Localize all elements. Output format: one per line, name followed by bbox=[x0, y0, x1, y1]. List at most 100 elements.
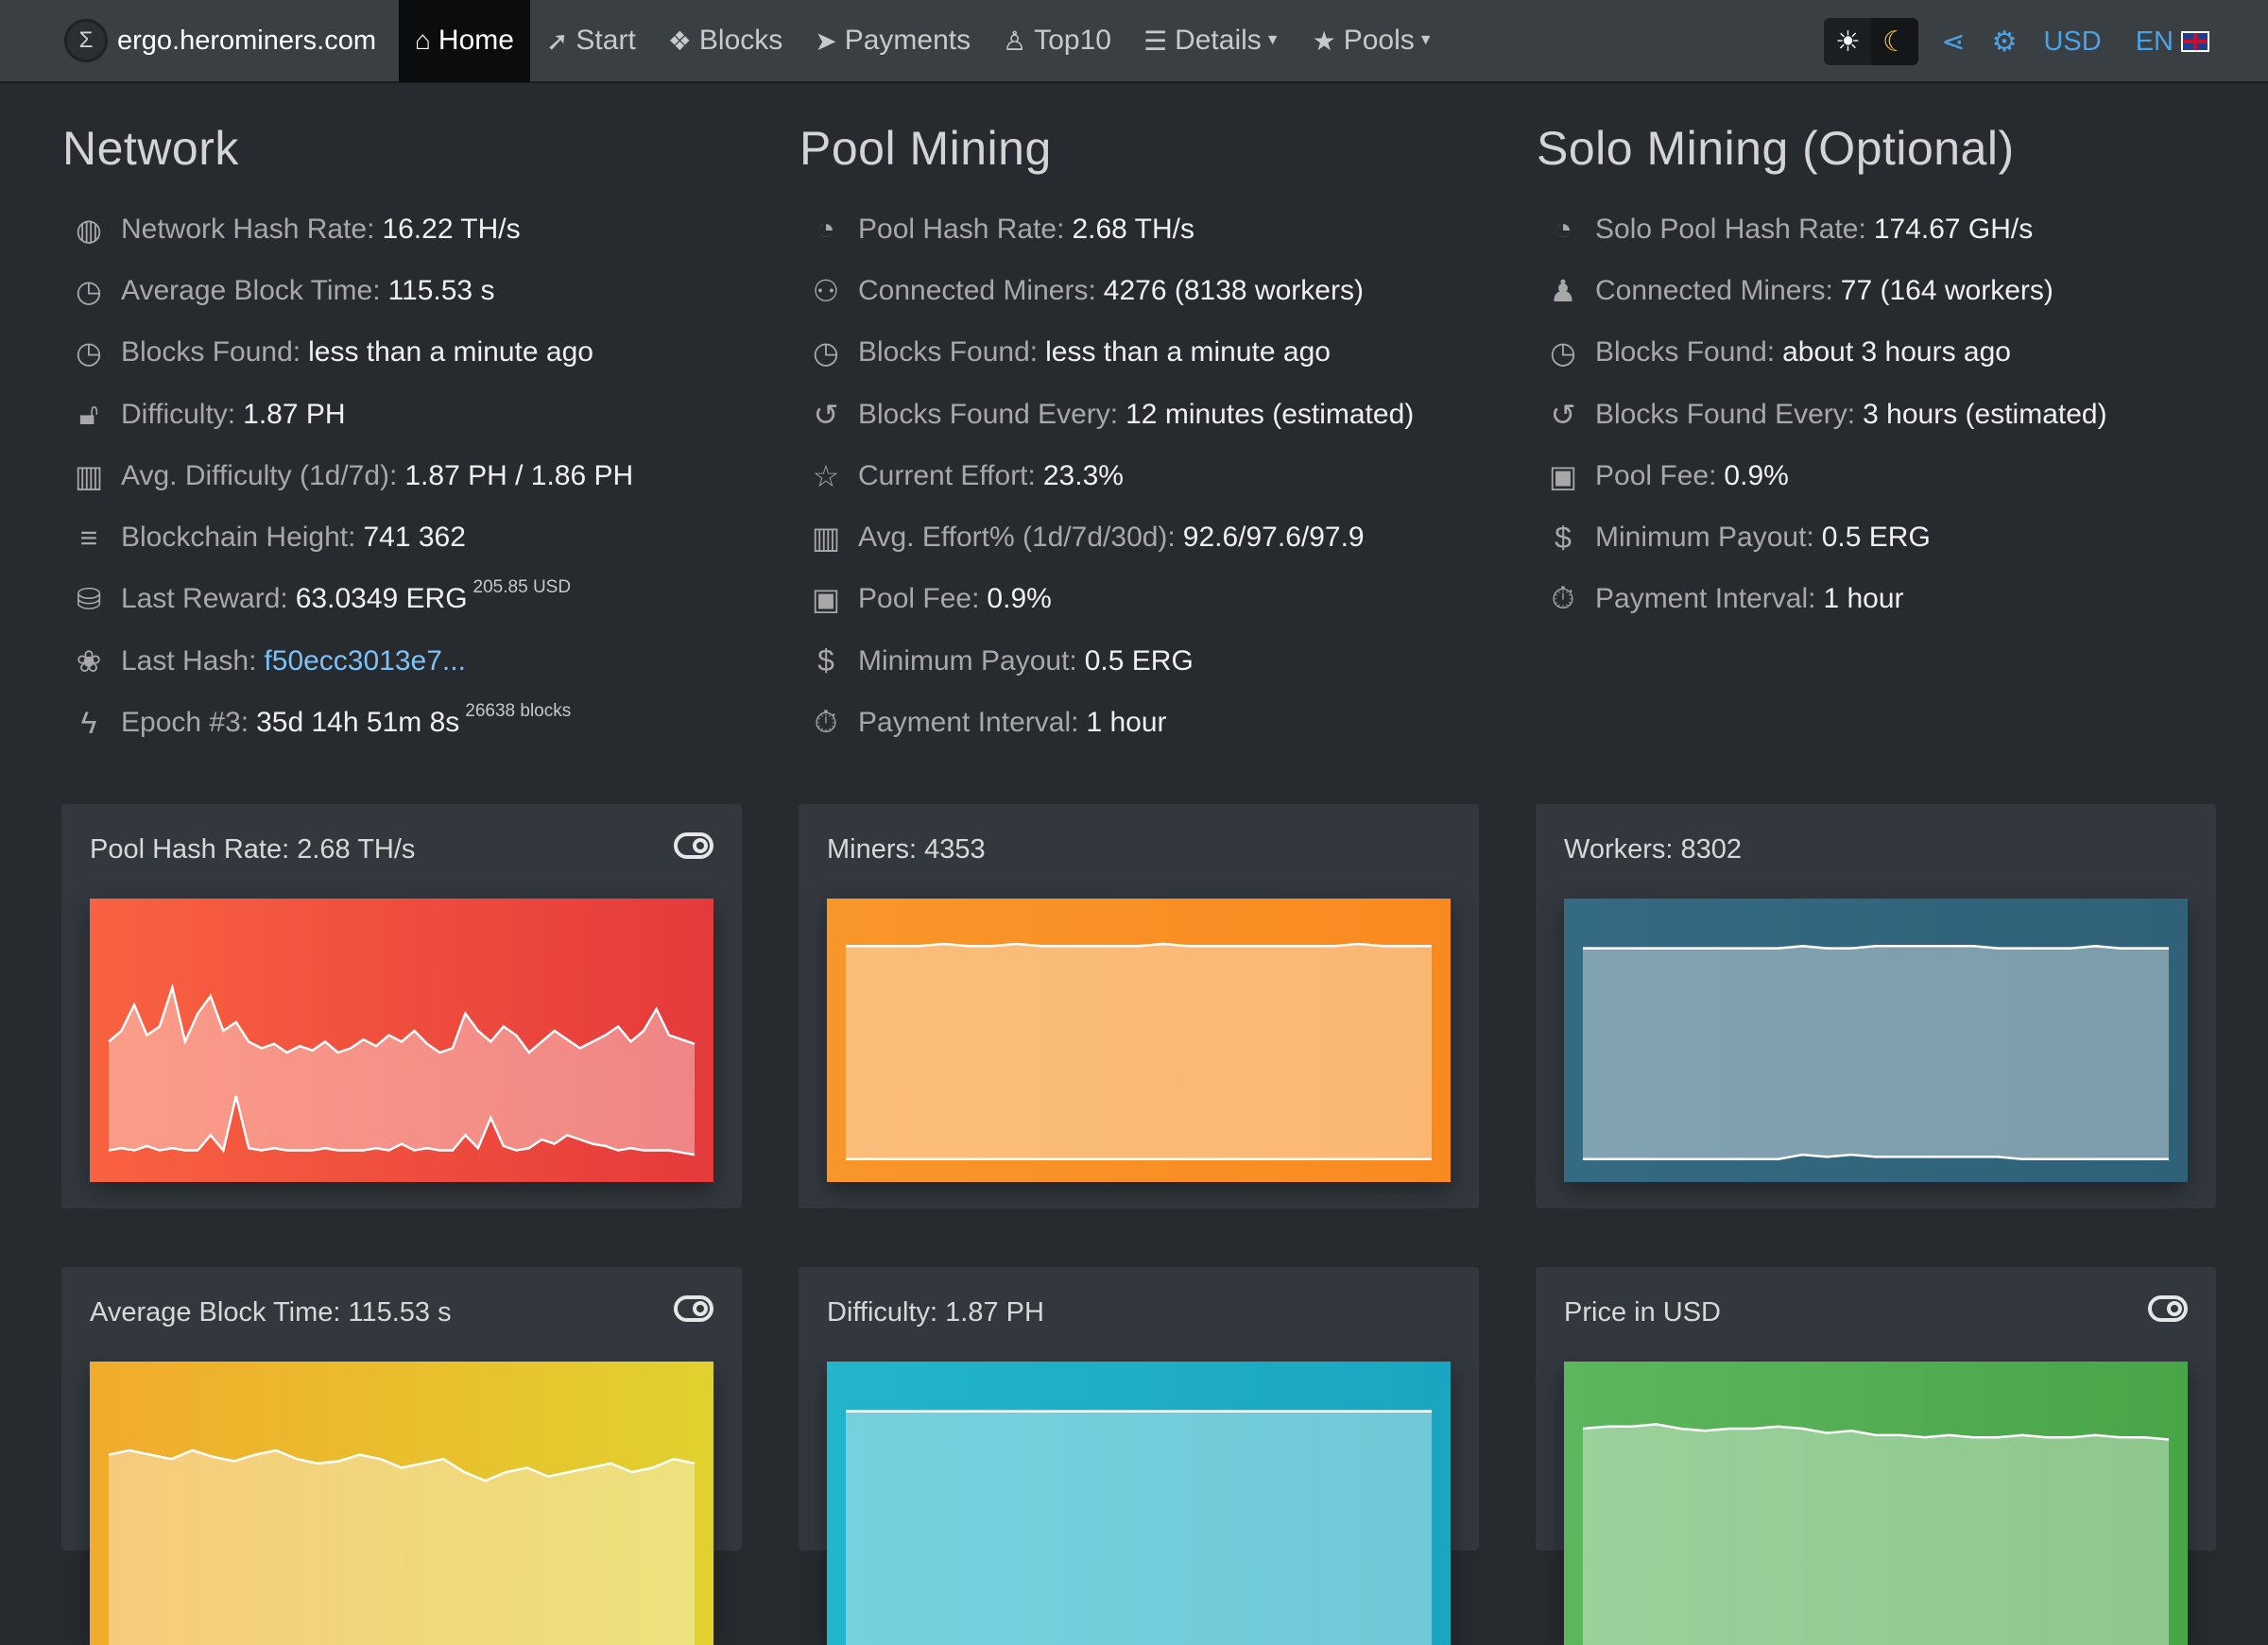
home-icon: ⌂ bbox=[415, 26, 431, 55]
nav-blocks[interactable]: ❖ Blocks bbox=[652, 0, 799, 82]
stopwatch-icon: ⏱︎ bbox=[814, 705, 838, 740]
solo-blocks-found-row: ◷ Blocks Found: about 3 hours ago bbox=[1537, 322, 2236, 384]
moon-icon[interactable]: ☾ bbox=[1871, 18, 1919, 65]
row-label: Difficulty: bbox=[121, 398, 236, 430]
row-label: Network Hash Rate: bbox=[121, 213, 375, 245]
gear-icon[interactable]: ⚙ bbox=[1992, 26, 2018, 59]
paper-plane-icon: ➤ bbox=[815, 26, 837, 56]
user-icon: ♟ bbox=[1549, 273, 1577, 308]
sun-icon[interactable]: ☀ bbox=[1824, 18, 1872, 65]
row-label: Connected Miners: bbox=[858, 274, 1096, 306]
money-bill-icon: ▣ bbox=[1548, 458, 1578, 493]
pool-hashrate-card: Pool Hash Rate: 2.68 TH/s bbox=[61, 804, 742, 1208]
nav-details[interactable]: ☰ Details ▼ bbox=[1127, 0, 1297, 82]
workers-chart bbox=[1564, 899, 2188, 1182]
row-value: about 3 hours ago bbox=[1782, 336, 2011, 368]
pool-blocks-every-row: ↺ Blocks Found Every: 12 minutes (estima… bbox=[799, 384, 1499, 445]
star-half-icon: ☆ bbox=[812, 458, 840, 493]
row-value: 2.68 TH/s bbox=[1072, 213, 1194, 245]
row-label: Minimum Payout: bbox=[858, 644, 1077, 677]
row-value: 4276 (8138 workers) bbox=[1103, 274, 1364, 306]
star-icon: ★ bbox=[1312, 26, 1336, 56]
network-avg-difficulty-row: ▥ Avg. Difficulty (1d/7d): 1.87 PH / 1.8… bbox=[62, 445, 762, 506]
row-label: Current Effort: bbox=[858, 459, 1036, 491]
row-value: 174.67 GH/s bbox=[1873, 213, 2034, 245]
currency-selector[interactable]: USD bbox=[2043, 26, 2101, 58]
brand-link[interactable]: Σ ergo.herominers.com bbox=[0, 0, 399, 82]
price-card: Price in USD bbox=[1536, 1267, 2216, 1645]
network-block-time-row: ◷ Average Block Time: 115.53 s bbox=[62, 260, 762, 321]
nav-home[interactable]: ⌂ Home bbox=[399, 0, 530, 82]
pool-payment-interval-row: ⏱︎ Payment Interval: 1 hour bbox=[799, 692, 1499, 753]
network-title: Network bbox=[62, 122, 239, 175]
pool-effort-row: ☆ Current Effort: 23.3% bbox=[799, 445, 1499, 506]
card-title: Miners: 4353 bbox=[827, 834, 986, 865]
history-icon: ↺ bbox=[813, 397, 839, 432]
nav-blocks-label: Blocks bbox=[698, 25, 783, 56]
clock-icon: ◷ bbox=[76, 335, 102, 370]
reward-usd: 205.85 USD bbox=[472, 577, 572, 598]
card-title: Price in USD bbox=[1564, 1297, 1721, 1328]
nav-top10[interactable]: ♙ Top10 bbox=[987, 0, 1127, 82]
row-label: Last Hash: bbox=[121, 644, 257, 677]
row-label: Blocks Found: bbox=[1595, 336, 1776, 368]
series-area bbox=[109, 1450, 695, 1645]
last-hash-link[interactable]: f50ecc3013e7... bbox=[264, 645, 466, 677]
clock-icon: ◷ bbox=[813, 335, 839, 370]
row-label: Blocks Found Every: bbox=[1595, 398, 1856, 430]
row-value: less than a minute ago bbox=[1045, 336, 1331, 368]
row-label: Payment Interval: bbox=[1595, 583, 1816, 615]
row-label: Connected Miners: bbox=[1595, 274, 1833, 306]
toggle-icon[interactable] bbox=[2148, 1295, 2188, 1322]
gauge-icon: ◔ bbox=[1554, 212, 1572, 247]
nav-payments-label: Payments bbox=[844, 25, 971, 56]
avg-block-time-card: Average Block Time: 115.53 s bbox=[61, 1267, 742, 1645]
language-label: EN bbox=[2135, 26, 2174, 57]
row-label: Average Block Time: bbox=[121, 274, 381, 306]
nav-details-label: Details bbox=[1175, 25, 1262, 56]
series-area bbox=[1583, 946, 2169, 1159]
gauge-icon: ◔ bbox=[816, 212, 835, 247]
language-selector[interactable]: EN bbox=[2136, 26, 2209, 58]
uk-flag-icon bbox=[2181, 31, 2209, 52]
dumbbell-icon: ▥ bbox=[811, 521, 841, 556]
pool-fee-row: ▣ Pool Fee: 0.9% bbox=[799, 569, 1499, 630]
clock-icon: ◷ bbox=[76, 273, 102, 308]
row-label: Last Reward: bbox=[121, 583, 288, 615]
row-label: Pool Hash Rate: bbox=[858, 213, 1065, 245]
pool-min-payout-row: $ Minimum Payout: 0.5 ERG bbox=[799, 630, 1499, 692]
network-blocks-found-row: ◷ Blocks Found: less than a minute ago bbox=[62, 322, 762, 384]
brand-name: ergo.herominers.com bbox=[117, 25, 376, 56]
difficulty-chart bbox=[827, 1362, 1451, 1645]
row-value: 0.5 ERG bbox=[1084, 644, 1194, 677]
solo-payment-interval-row: ⏱︎ Payment Interval: 1 hour bbox=[1537, 569, 2236, 630]
solo-miners-row: ♟ Connected Miners: 77 (164 workers) bbox=[1537, 260, 2236, 321]
solo-min-payout-row: $ Minimum Payout: 0.5 ERG bbox=[1537, 506, 2236, 568]
solo-fee-row: ▣ Pool Fee: 0.9% bbox=[1537, 445, 2236, 506]
rocket-icon: ➚ bbox=[545, 26, 569, 56]
network-last-reward-row: ⛁ Last Reward: 63.0349 ERG 205.85 USD bbox=[62, 569, 762, 630]
solo-title: Solo Mining (Optional) bbox=[1537, 122, 2015, 175]
row-label: Blockchain Height: bbox=[121, 522, 356, 554]
toggle-icon[interactable] bbox=[674, 832, 713, 859]
row-value: 1 hour bbox=[1823, 583, 1904, 615]
row-label: Blocks Found Every: bbox=[858, 398, 1119, 430]
row-label: Blocks Found: bbox=[858, 336, 1039, 368]
clock-icon: ◷ bbox=[1550, 335, 1576, 370]
coins-icon: ⛁ bbox=[76, 582, 102, 617]
nav-start[interactable]: ➚ Start bbox=[530, 0, 652, 82]
share-icon[interactable]: ⋖ bbox=[1941, 26, 1965, 59]
row-label: Avg. Difficulty (1d/7d): bbox=[121, 459, 398, 491]
pool-blocks-found-row: ◷ Blocks Found: less than a minute ago bbox=[799, 322, 1499, 384]
pool-miners-row: ⚇ Connected Miners: 4276 (8138 workers) bbox=[799, 260, 1499, 321]
card-title: Pool Hash Rate: 2.68 TH/s bbox=[90, 834, 416, 865]
nav-pools-label: Pools bbox=[1343, 25, 1415, 56]
row-value: 63.0349 ERG bbox=[295, 583, 468, 615]
nav-pools[interactable]: ★ Pools ▼ bbox=[1297, 0, 1450, 82]
series-area bbox=[846, 1411, 1432, 1645]
row-value: 3 hours (estimated) bbox=[1863, 398, 2107, 430]
nav-payments[interactable]: ➤ Payments bbox=[799, 0, 987, 82]
row-value: 35d 14h 51m 8s bbox=[256, 707, 460, 739]
toggle-icon[interactable] bbox=[674, 1295, 713, 1322]
cubes-icon: ❖ bbox=[667, 26, 692, 56]
